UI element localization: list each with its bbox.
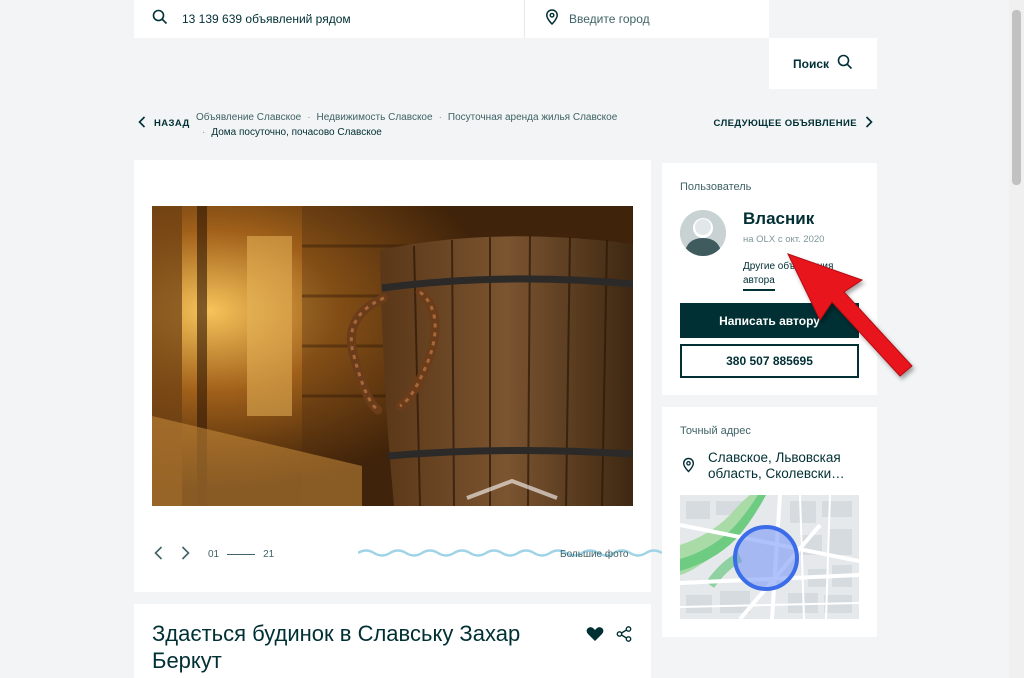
photo-counter-total: 21	[263, 549, 275, 560]
address-card: Точный адрес Славское, Львовская область…	[662, 407, 877, 637]
seller-name: Власник	[743, 209, 815, 228]
city-input[interactable]: Введите город	[525, 0, 769, 38]
seller-heading: Пользователь	[680, 181, 752, 193]
city-placeholder: Введите город	[569, 12, 650, 26]
address-text: Славское, Львовская область, Сколевски…	[708, 450, 845, 481]
other-ads-underline	[743, 289, 775, 291]
search-button-label: Поиск	[792, 56, 829, 71]
next-photo-button[interactable]	[181, 546, 190, 563]
breadcrumb-item[interactable]: Посуточная аренда жилья Славское	[448, 112, 617, 123]
back-label: НАЗАД	[154, 118, 190, 129]
search-input[interactable]: 13 139 639 объявлений рядом	[134, 0, 525, 38]
breadcrumb-item[interactable]: Недвижимость Славское	[317, 112, 433, 123]
scrollbar-thumb[interactable]	[1012, 10, 1021, 185]
location-pin-icon	[545, 8, 559, 30]
back-link[interactable]: НАЗАД	[138, 116, 190, 131]
search-bar: 13 139 639 объявлений рядом Введите горо…	[134, 0, 769, 38]
show-phone-button[interactable]: 380 507 885695	[680, 344, 859, 378]
photo-counter: 01 21	[208, 549, 274, 560]
photo-counter-current: 01	[208, 549, 220, 560]
message-seller-button[interactable]: Написать автору	[680, 303, 859, 338]
listing-title-card: Здається будинок в Славську Захар Беркут	[134, 604, 651, 678]
search-icon	[837, 54, 853, 73]
listing-photo[interactable]	[152, 206, 633, 506]
heart-icon[interactable]	[586, 626, 604, 647]
location-pin-icon	[682, 457, 695, 478]
search-button[interactable]: Поиск	[769, 38, 877, 89]
photo-gallery: 01 21 Большие фото	[134, 160, 663, 592]
seller-since: на OLX с окт. 2020	[743, 234, 825, 245]
breadcrumb-trail: Объявление Славское · Недвижимость Славско…	[196, 112, 618, 138]
share-icon[interactable]	[616, 626, 632, 647]
avatar[interactable]	[680, 210, 726, 256]
chevron-right-icon	[865, 116, 873, 131]
chevron-left-icon	[138, 116, 146, 131]
next-ad-label: СЛЕДУЮЩЕЕ ОБЪЯВЛЕНИЕ	[713, 118, 857, 129]
map-preview[interactable]	[680, 495, 859, 619]
page-scrollbar[interactable]	[1009, 0, 1024, 678]
other-ads-link[interactable]: Другие объявления автора	[743, 260, 853, 288]
listing-title: Здається будинок в Славську Захар Беркут	[152, 621, 521, 673]
breadcrumb-item-current[interactable]: Дома посуточно, почасово Славское	[211, 127, 381, 138]
big-photo-link[interactable]: Большие фото	[560, 549, 629, 560]
breadcrumb-item[interactable]: Объявление Славское	[196, 112, 301, 123]
gallery-navigation: 01 21	[154, 546, 274, 563]
next-ad-link[interactable]: СЛЕДУЮЩЕЕ ОБЪЯВЛЕНИЕ	[714, 116, 873, 131]
seller-card: Пользователь Власник на OLX с окт. 2020 …	[662, 163, 877, 395]
search-icon	[152, 9, 168, 30]
address-heading: Точный адрес	[680, 425, 751, 437]
prev-photo-button[interactable]	[154, 546, 163, 563]
search-query-text: 13 139 639 объявлений рядом	[182, 12, 351, 26]
breadcrumb: НАЗАД Объявление Славское · Недвижимость С…	[134, 108, 877, 140]
